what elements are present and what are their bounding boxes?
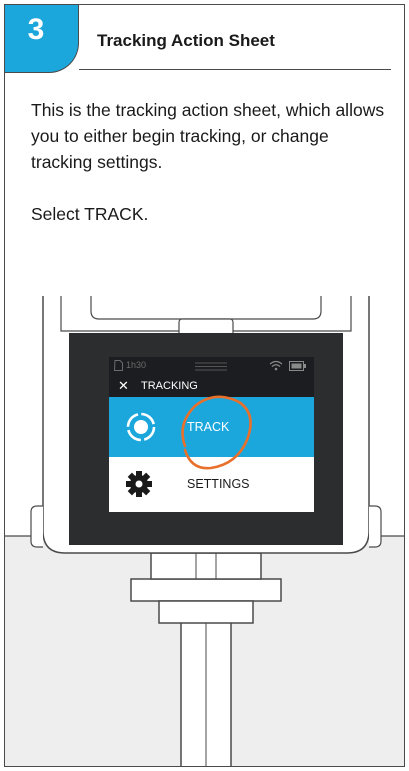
settings-label: SETTINGS <box>187 477 250 491</box>
status-bar: 1h30 <box>109 357 314 375</box>
battery-icon <box>289 361 306 371</box>
sd-card-icon <box>114 360 123 371</box>
menu-lines-icon <box>195 362 227 371</box>
highlight-ring <box>181 395 252 470</box>
gear-icon <box>126 471 152 497</box>
action-sheet-title: TRACKING <box>141 380 198 392</box>
status-time: 1h30 <box>126 360 147 370</box>
wifi-icon <box>269 360 283 371</box>
close-icon[interactable]: ✕ <box>118 378 129 394</box>
instruction-card: 3 Tracking Action Sheet This is the trac… <box>4 4 405 767</box>
target-icon <box>126 412 156 442</box>
